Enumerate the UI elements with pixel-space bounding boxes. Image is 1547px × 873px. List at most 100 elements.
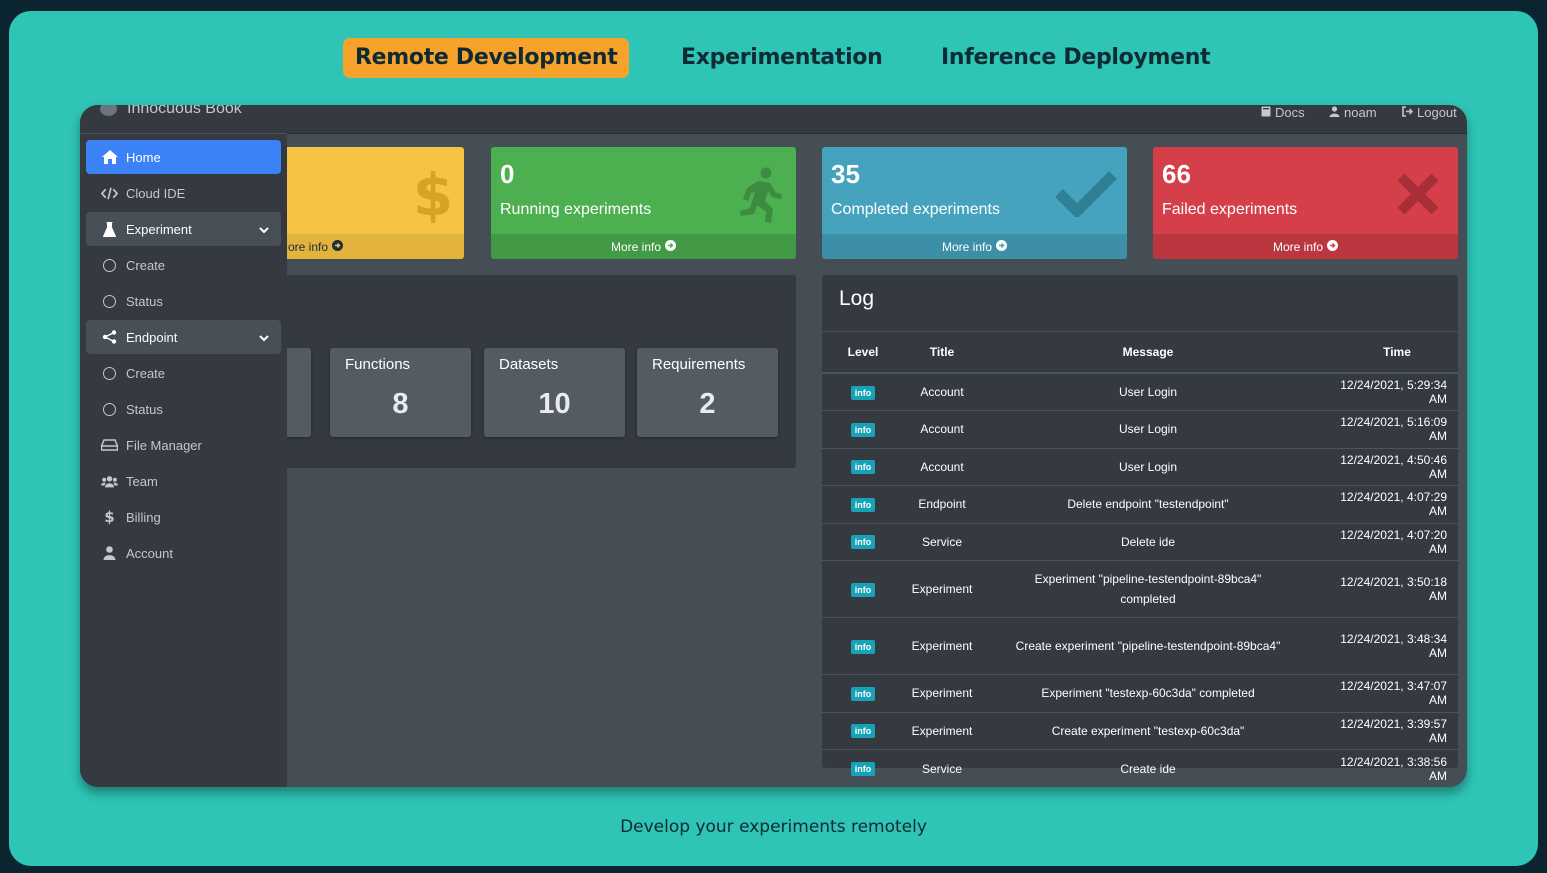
log-title-cell: Account bbox=[904, 372, 980, 411]
running-icon bbox=[736, 167, 784, 228]
log-message-cell: Delete endpoint "testendpoint" bbox=[980, 485, 1316, 523]
user-icon bbox=[1329, 105, 1340, 120]
sidebar-item-label: Status bbox=[126, 401, 163, 417]
circle-icon bbox=[101, 257, 118, 274]
log-level-cell: info bbox=[822, 485, 904, 523]
more-info-label: ore info bbox=[288, 239, 329, 254]
log-time-cell: 12/24/2021, 3:48:34 AM bbox=[1316, 617, 1458, 675]
sidebar-item-label: Team bbox=[126, 473, 158, 489]
circle-icon bbox=[101, 401, 118, 418]
log-level-cell: info bbox=[822, 447, 904, 486]
sidebar-item-team[interactable]: Team bbox=[86, 464, 281, 498]
requirements-value: 2 bbox=[699, 388, 716, 420]
column-header-message: Message bbox=[980, 332, 1316, 374]
sidebar-item-endpoint-create[interactable]: Create bbox=[86, 356, 281, 390]
log-message-cell: User Login bbox=[980, 372, 1316, 411]
user-menu[interactable]: noam bbox=[1329, 105, 1377, 120]
sidebar: Innocuous Book Home Cloud IDE Experiment… bbox=[80, 105, 287, 787]
more-info-link[interactable]: More info bbox=[1153, 234, 1458, 259]
more-info-link[interactable]: More info bbox=[491, 234, 796, 259]
sidebar-item-experiment-create[interactable]: Create bbox=[86, 248, 281, 282]
table-row: info Experiment Experiment "pipeline-teste… bbox=[822, 560, 1458, 618]
users-icon bbox=[101, 473, 118, 490]
brand[interactable]: Innocuous Book bbox=[100, 105, 242, 120]
more-info-link[interactable]: More info bbox=[822, 234, 1127, 259]
log-title: Log bbox=[839, 287, 875, 310]
sidebar-item-label: Home bbox=[126, 149, 161, 165]
dollar-icon: $ bbox=[104, 508, 115, 526]
resources-panel: Functions 8 Datasets 10 Requirements 2 bbox=[212, 275, 796, 468]
showcase-frame: Remote Development Experimentation Infer… bbox=[9, 11, 1538, 866]
svg-text:$: $ bbox=[413, 163, 453, 223]
log-message-cell: User Login bbox=[980, 410, 1316, 448]
feature-tabs: Remote Development Experimentation Infer… bbox=[9, 11, 1538, 106]
sidebar-item-billing[interactable]: $ Billing bbox=[86, 500, 281, 534]
level-badge: info bbox=[850, 497, 876, 512]
level-badge: info bbox=[850, 535, 876, 550]
tab-inference-deployment[interactable]: Inference Deployment bbox=[941, 38, 1211, 78]
logout-link[interactable]: Logout bbox=[1402, 105, 1457, 120]
running-experiments-card: 0 Running experiments More info bbox=[491, 147, 796, 259]
sidebar-item-experiment[interactable]: Experiment bbox=[86, 212, 281, 246]
level-badge: info bbox=[850, 422, 876, 437]
datasets-stat[interactable]: Datasets 10 bbox=[484, 348, 625, 437]
sidebar-item-label: File Manager bbox=[126, 437, 202, 453]
requirements-stat[interactable]: Requirements 2 bbox=[637, 348, 778, 437]
sidebar-item-label: Create bbox=[126, 257, 166, 273]
failed-label: Failed experiments bbox=[1162, 201, 1298, 218]
chevron-down-icon bbox=[259, 330, 269, 345]
sidebar-item-endpoint-status[interactable]: Status bbox=[86, 392, 281, 426]
log-time-cell: 12/24/2021, 4:07:20 AM bbox=[1316, 522, 1458, 561]
dollar-icon: $ bbox=[413, 161, 453, 229]
requirements-title: Requirements bbox=[652, 356, 746, 373]
book-icon bbox=[1261, 105, 1271, 120]
sidebar-item-label: Account bbox=[126, 545, 173, 561]
docs-link[interactable]: Docs bbox=[1261, 105, 1305, 120]
circle-icon bbox=[101, 293, 118, 310]
sidebar-item-cloud-ide[interactable]: Cloud IDE bbox=[86, 176, 281, 210]
functions-title: Functions bbox=[345, 356, 411, 373]
level-badge: info bbox=[850, 762, 876, 776]
log-panel: Log Level Title Message Time info Account… bbox=[822, 275, 1458, 787]
column-header-time: Time bbox=[1316, 332, 1458, 374]
circle-icon bbox=[101, 365, 118, 382]
arrow-circle-right-icon bbox=[996, 239, 1008, 254]
log-title-cell: Endpoint bbox=[904, 485, 980, 523]
docs-label: Docs bbox=[1275, 105, 1305, 120]
log-time-cell: 12/24/2021, 4:50:46 AM bbox=[1316, 447, 1458, 486]
tab-experimentation[interactable]: Experimentation bbox=[681, 38, 883, 78]
table-row: info Experiment Create experiment "testexp… bbox=[822, 711, 1458, 750]
log-title-cell: Experiment bbox=[904, 617, 980, 675]
log-time-cell: 12/24/2021, 5:29:34 AM bbox=[1316, 372, 1458, 411]
log-level-cell: info bbox=[822, 674, 904, 712]
datasets-title: Datasets bbox=[499, 356, 559, 373]
failed-count: 66 bbox=[1162, 159, 1191, 189]
table-row: info Experiment Create experiment "pipelin… bbox=[822, 617, 1458, 675]
brand-name: Innocuous Book bbox=[127, 105, 242, 117]
table-row: info Account User Login 12/24/2021, 5:29:34… bbox=[822, 372, 1458, 411]
log-message-cell: Create ide bbox=[980, 749, 1316, 787]
functions-stat[interactable]: Functions 8 bbox=[330, 348, 471, 437]
tab-remote-development[interactable]: Remote Development bbox=[343, 38, 630, 78]
log-time-cell: 12/24/2021, 4:07:29 AM bbox=[1316, 485, 1458, 523]
sidebar-item-file-manager[interactable]: File Manager bbox=[86, 428, 281, 462]
sidebar-item-home[interactable]: Home bbox=[86, 140, 281, 174]
log-message-cell: Delete ide bbox=[980, 522, 1316, 561]
sidebar-item-endpoint[interactable]: Endpoint bbox=[86, 320, 281, 354]
table-row: info Service Delete ide 12/24/2021, 4:07:20… bbox=[822, 522, 1458, 561]
top-navbar: Docs noam Logout bbox=[80, 105, 1467, 134]
log-title-cell: Service bbox=[904, 522, 980, 561]
more-info-label: More info bbox=[941, 239, 993, 254]
level-badge: info bbox=[850, 639, 876, 654]
username-label: noam bbox=[1344, 105, 1377, 120]
log-level-cell: info bbox=[822, 522, 904, 561]
sidebar-item-account[interactable]: Account bbox=[86, 536, 281, 570]
code-icon bbox=[101, 185, 118, 202]
running-label: Running experiments bbox=[500, 201, 652, 218]
completed-experiments-card: 35 Completed experiments More info bbox=[822, 147, 1127, 259]
completed-label: Completed experiments bbox=[831, 201, 1000, 218]
sidebar-item-experiment-status[interactable]: Status bbox=[86, 284, 281, 318]
user-icon bbox=[101, 545, 118, 562]
log-title-cell: Account bbox=[904, 447, 980, 486]
divider bbox=[80, 133, 287, 134]
